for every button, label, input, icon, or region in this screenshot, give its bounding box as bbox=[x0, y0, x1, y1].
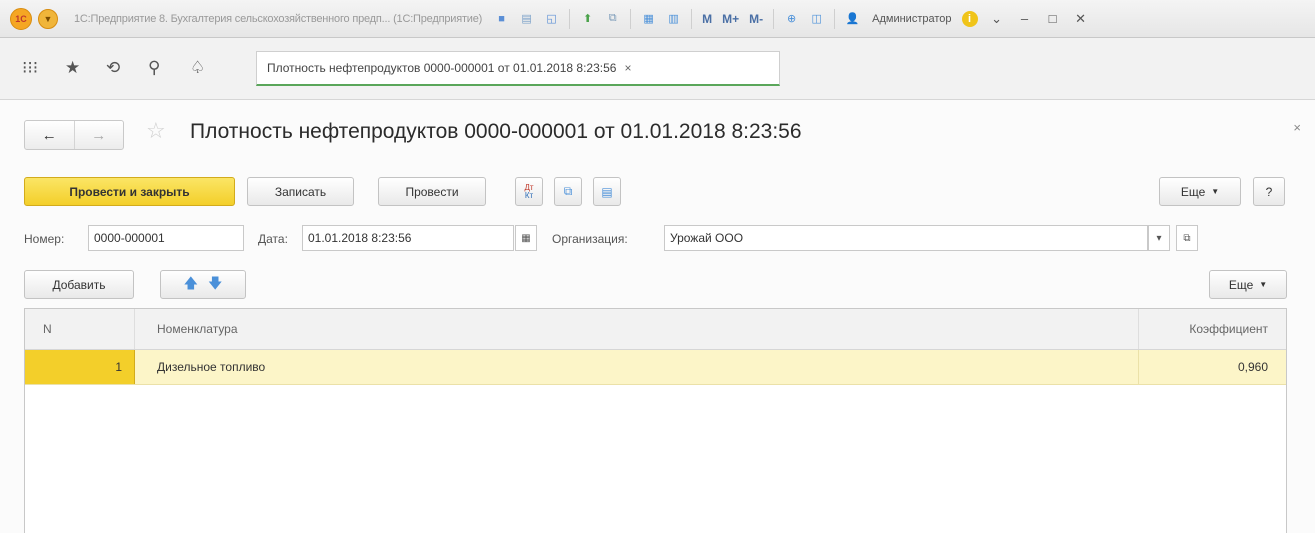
current-user[interactable]: Администратор bbox=[872, 13, 951, 25]
items-table: N Номенклатура Коэффициент 1 Дизельное т… bbox=[24, 308, 1287, 533]
column-header-n[interactable]: N bbox=[25, 309, 135, 349]
copy-link-icon[interactable]: ⧉ bbox=[605, 11, 620, 26]
separator bbox=[773, 8, 775, 29]
post-and-close-button[interactable]: Провести и закрыть bbox=[24, 177, 235, 206]
form-close-icon[interactable]: × bbox=[1293, 120, 1301, 135]
calendar-icon[interactable]: ▦ bbox=[515, 225, 537, 251]
chevron-down-icon[interactable]: ▾ bbox=[1148, 225, 1170, 251]
zoom-icon[interactable]: ⊕ bbox=[784, 11, 799, 26]
app-logo-icon[interactable]: 1С bbox=[10, 7, 32, 30]
more-label: Еще bbox=[1228, 277, 1254, 292]
page-title: Плотность нефтепродуктов 0000-000001 от … bbox=[190, 120, 802, 143]
memory-plus-button[interactable]: M+ bbox=[722, 12, 739, 26]
main-menu-icon[interactable]: ▼ bbox=[38, 8, 58, 29]
panels-icon[interactable]: ◫ bbox=[809, 11, 824, 26]
date-label: Дата: bbox=[258, 232, 288, 246]
close-icon[interactable]: ✕ bbox=[1072, 11, 1090, 27]
calculator-icon[interactable]: ▦ bbox=[641, 11, 656, 26]
print-menu-icon[interactable]: ▤ bbox=[593, 177, 621, 206]
open-icon[interactable]: ⧉ bbox=[1176, 225, 1198, 251]
dt-kt-button[interactable]: Дт Кт bbox=[515, 177, 543, 206]
column-header-item[interactable]: Номенклатура bbox=[135, 309, 1139, 349]
favorites-icon[interactable]: ★ bbox=[65, 58, 80, 78]
row-coefficient[interactable]: 0,960 bbox=[1139, 350, 1286, 384]
row-item[interactable]: Дизельное топливо bbox=[135, 350, 1139, 384]
add-row-button[interactable]: Добавить bbox=[24, 270, 134, 299]
calendar-icon[interactable]: ▥ bbox=[666, 11, 681, 26]
number-label: Номер: bbox=[24, 232, 65, 246]
print-icon[interactable]: ▤ bbox=[519, 11, 534, 26]
memory-minus-button[interactable]: M- bbox=[749, 12, 763, 26]
chevron-down-icon: ▼ bbox=[1259, 280, 1268, 289]
chevron-down-icon[interactable]: ⌄ bbox=[988, 11, 1006, 27]
link-icon[interactable]: ⬆ bbox=[580, 11, 595, 26]
tab-document[interactable]: Плотность нефтепродуктов 0000-000001 от … bbox=[256, 51, 780, 86]
search-icon[interactable]: ⚲ bbox=[148, 58, 160, 78]
more-label: Еще bbox=[1180, 184, 1206, 199]
help-button[interactable]: ? bbox=[1253, 177, 1285, 206]
tab-close-icon[interactable]: × bbox=[624, 61, 631, 75]
forward-arrow-icon[interactable]: → bbox=[73, 121, 124, 149]
info-icon[interactable]: i bbox=[961, 10, 978, 27]
save-icon[interactable]: ■ bbox=[494, 11, 509, 26]
save-button[interactable]: Записать bbox=[247, 177, 354, 206]
chevron-down-icon: ▼ bbox=[1211, 187, 1220, 196]
minimize-icon[interactable]: – bbox=[1016, 11, 1034, 26]
move-up-icon[interactable]: 🡅 bbox=[184, 273, 198, 297]
preview-icon[interactable]: ◱ bbox=[544, 11, 559, 26]
window-title: 1С:Предприятие 8. Бухгалтерия сельскохоз… bbox=[74, 12, 483, 25]
post-button[interactable]: Провести bbox=[378, 177, 486, 206]
nav-arrows: ← → bbox=[24, 120, 124, 150]
more-button[interactable]: Еще ▼ bbox=[1159, 177, 1241, 206]
tab-label: Плотность нефтепродуктов 0000-000001 от … bbox=[267, 61, 617, 75]
table-more-button[interactable]: Еще ▼ bbox=[1209, 270, 1287, 299]
history-icon[interactable]: ⟲ bbox=[106, 58, 120, 78]
navigation-bar: ⁝⁝⁝ ★ ⟲ ⚲ ♤ Плотность нефтепродуктов 000… bbox=[0, 38, 1315, 100]
number-field[interactable]: 0000-000001 bbox=[88, 225, 244, 251]
window-titlebar: 1С ▼ 1С:Предприятие 8. Бухгалтерия сельс… bbox=[0, 0, 1315, 38]
user-icon: 👤 bbox=[845, 13, 860, 25]
table-row[interactable]: 1 Дизельное топливо 0,960 bbox=[25, 350, 1286, 385]
table-header: N Номенклатура Коэффициент bbox=[25, 309, 1286, 350]
kt-label: Кт bbox=[524, 190, 534, 200]
structure-icon[interactable]: ⧉ bbox=[554, 177, 582, 206]
move-buttons: 🡅 🡇 bbox=[160, 270, 246, 299]
organization-field[interactable]: Урожай ООО bbox=[664, 225, 1148, 251]
sections-menu-icon[interactable]: ⁝⁝⁝ bbox=[22, 58, 38, 78]
row-number: 1 bbox=[25, 350, 135, 384]
notifications-icon[interactable]: ♤ bbox=[190, 58, 205, 78]
separator bbox=[834, 8, 836, 29]
separator bbox=[569, 8, 571, 29]
favorite-star-icon[interactable]: ☆ bbox=[146, 118, 166, 144]
back-arrow-icon[interactable]: ← bbox=[25, 121, 74, 149]
separator bbox=[691, 8, 693, 29]
separator bbox=[630, 8, 632, 29]
organization-label: Организация: bbox=[552, 232, 628, 246]
column-header-coef[interactable]: Коэффициент bbox=[1139, 309, 1286, 349]
window-toolbar: ■ ▤ ◱ ⬆ ⧉ ▦ ▥ M M+ M- ⊕ ◫ 👤 Администрато… bbox=[494, 8, 1090, 29]
date-field[interactable]: 01.01.2018 8:23:56 bbox=[302, 225, 514, 251]
document-form: ← → ☆ Плотность нефтепродуктов 0000-0000… bbox=[0, 100, 1315, 533]
move-down-icon[interactable]: 🡇 bbox=[208, 273, 222, 297]
maximize-icon[interactable]: □ bbox=[1044, 11, 1062, 26]
memory-m-button[interactable]: M bbox=[702, 12, 712, 26]
